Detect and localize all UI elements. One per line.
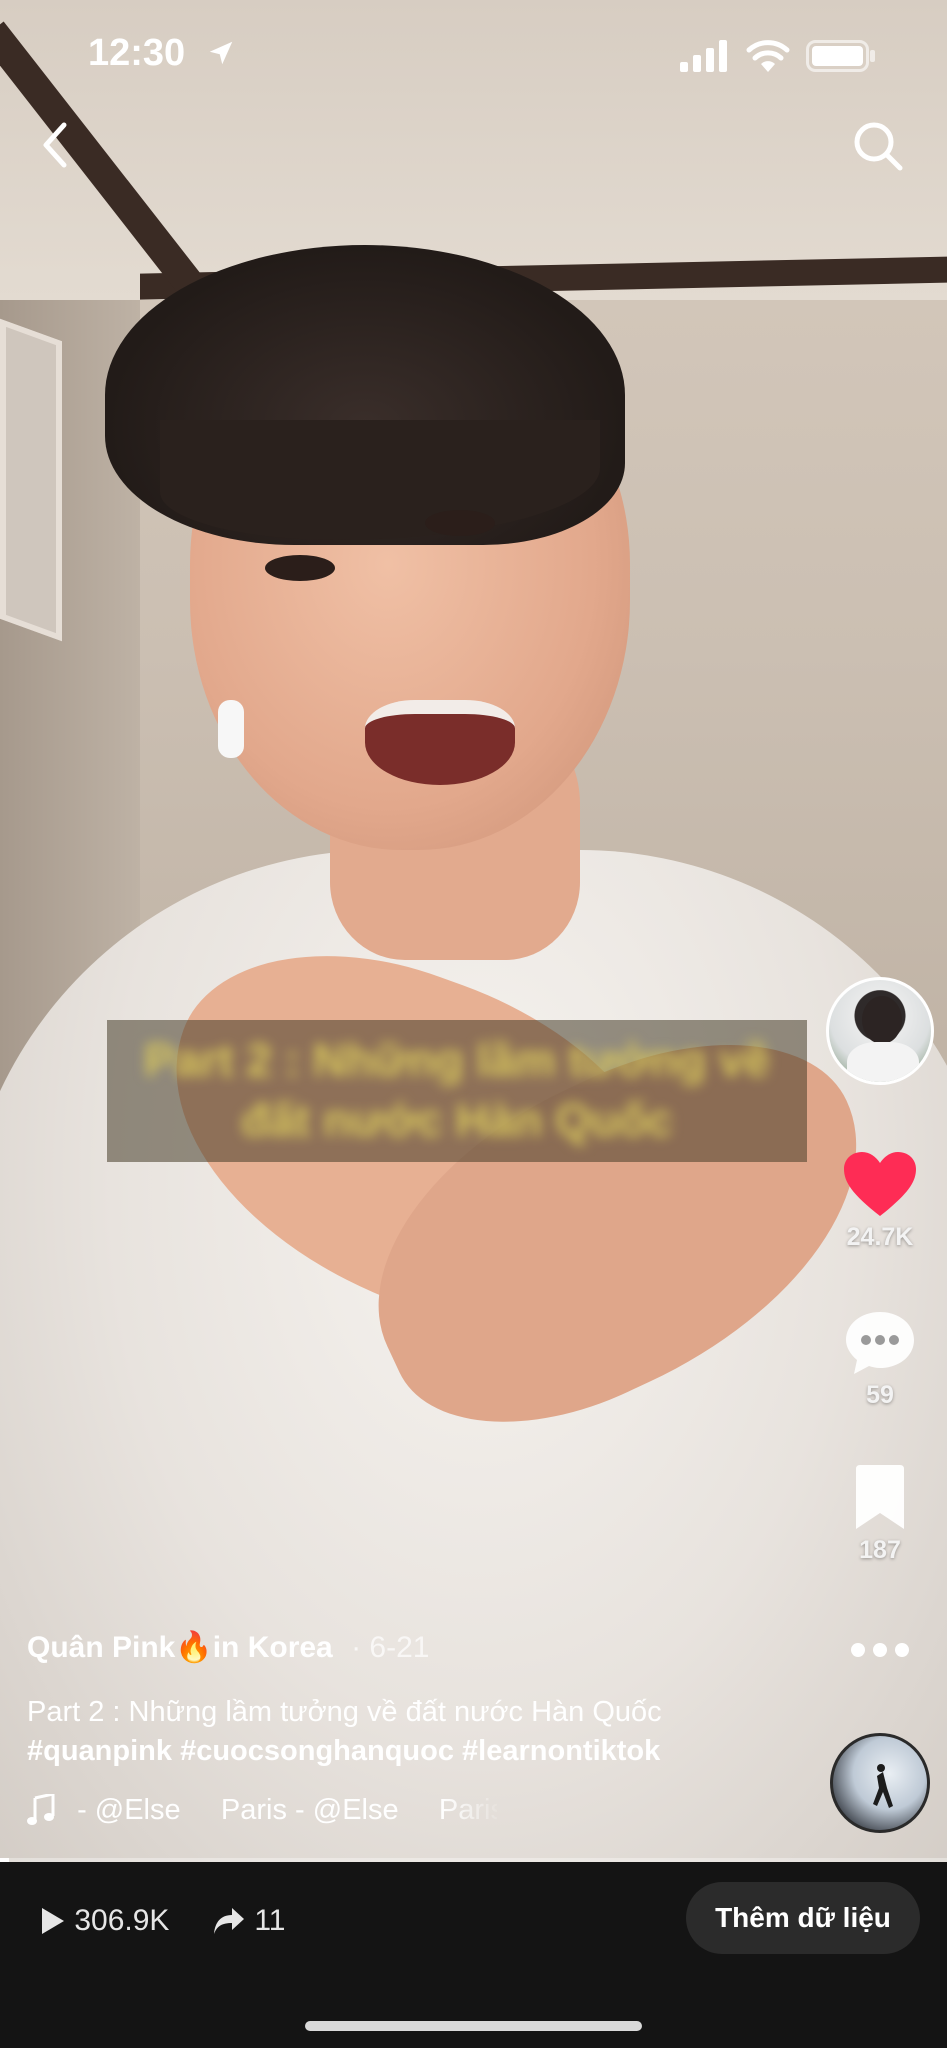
view-count: 306.9K [40,1903,169,1938]
creator-avatar[interactable] [826,977,934,1085]
post-meta: Quân Pink🔥in Korea · 6-21 [27,1630,429,1665]
play-icon [42,1908,64,1935]
caption-line-1: Part 2 : Những lầm tưởng về [144,1034,770,1086]
search-icon[interactable] [850,118,906,174]
bookmark-icon [856,1465,904,1529]
battery-icon [806,40,875,72]
music-disc[interactable] [830,1733,930,1833]
back-button[interactable] [30,115,80,175]
avatar-body [847,1042,919,1082]
caption-line-2: đất nước Hàn Quốc [241,1094,673,1146]
video-player[interactable]: Part 2 : Những lầm tưởng về đất nước Hàn… [0,0,947,1862]
like-button[interactable]: 24.7K [830,1150,930,1252]
share-count[interactable]: 11 [212,1903,286,1938]
comment-bubble-icon [846,1312,914,1374]
avatar-head [862,996,902,1044]
comment-button[interactable]: 59 [830,1310,930,1410]
home-indicator[interactable] [305,2021,642,2031]
location-arrow-icon [209,41,233,65]
post-hashtags[interactable]: #quanpink #cuocsonghanquoc #learnontikto… [27,1735,660,1768]
save-button[interactable]: 187 [830,1465,930,1565]
wifi-icon [746,40,790,72]
heart-icon [844,1152,916,1216]
video-person-mouth [365,700,515,785]
video-earbud [218,700,244,758]
video-caption-overlay: Part 2 : Những lầm tưởng về đất nước Hàn… [107,1020,807,1162]
music-title: - @Else Paris - @Else Paris [77,1793,497,1826]
post-description: Part 2 : Những lầm tưởng về đất nước Hàn… [27,1696,662,1728]
video-picture-frame [0,318,62,642]
add-data-button[interactable]: Thêm dữ liệu [686,1882,920,1954]
save-count: 187 [859,1536,901,1564]
status-time: 12:30 [88,32,186,74]
post-date: · 6-21 [351,1631,430,1664]
music-disc-art [873,1764,893,1808]
author-name[interactable]: Quân Pink🔥in Korea [27,1631,333,1664]
video-person-eye [265,555,335,581]
music-ticker[interactable]: - @Else Paris - @Else Paris [27,1793,497,1837]
cellular-signal-icon [680,40,727,72]
share-arrow-icon [214,1908,244,1935]
status-bar: 12:30 [0,0,947,110]
more-options-icon[interactable] [848,1630,912,1670]
view-count-label: 306.9K [74,1904,170,1938]
music-note-icon [27,1794,55,1826]
like-count: 24.7K [846,1223,914,1251]
comment-count: 59 [866,1381,894,1409]
video-person-eye [425,510,495,536]
share-count-label: 11 [254,1904,286,1938]
